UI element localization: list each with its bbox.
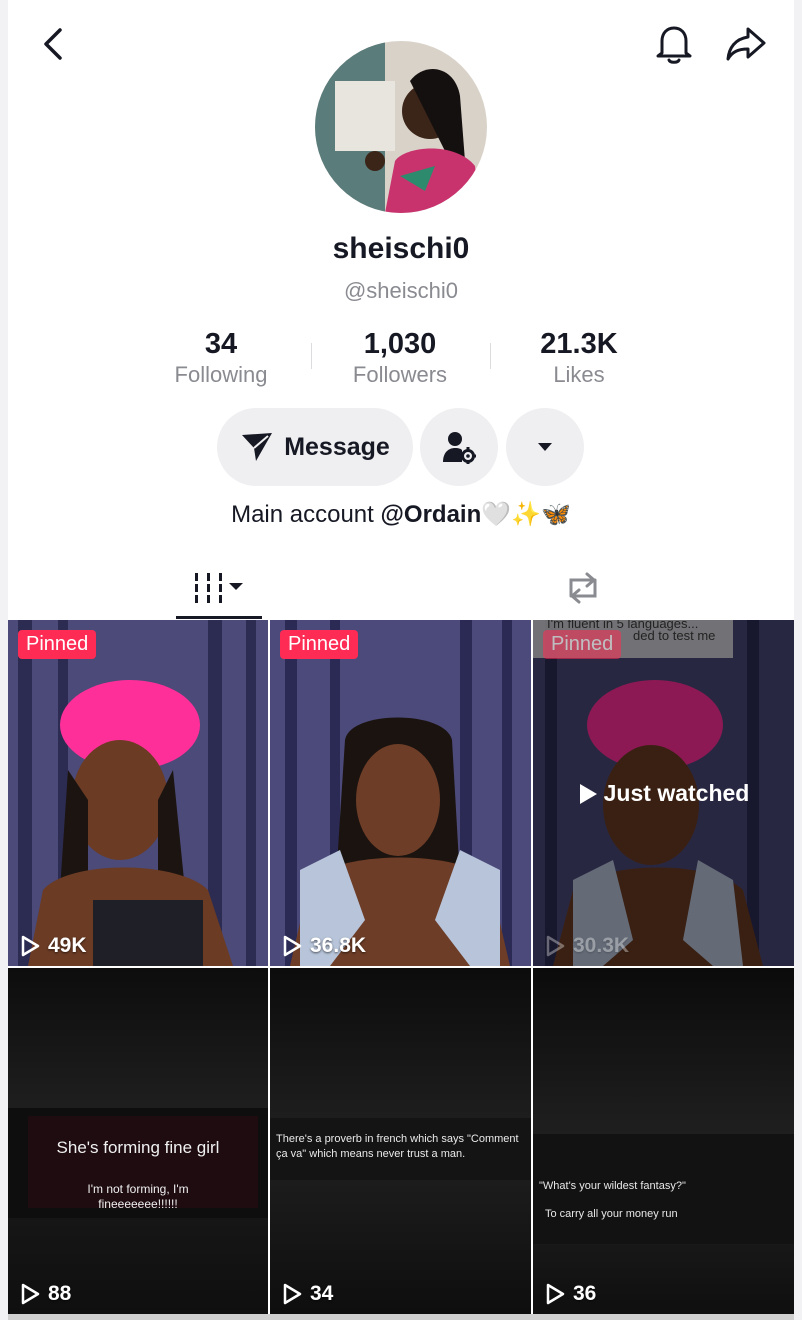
view-count: 30.3K <box>545 934 629 958</box>
video-grid: Pinned 49K Pinned 36.8K I'm fluent in 5 … <box>8 620 794 1314</box>
view-count: 49K <box>20 934 87 958</box>
pinned-badge: Pinned <box>543 630 622 659</box>
video-tile[interactable]: There's a proverb in french which says "… <box>270 968 531 1314</box>
video-tile[interactable]: Pinned 49K <box>8 620 268 966</box>
share-button[interactable] <box>722 20 770 68</box>
caret-down-icon <box>538 443 552 451</box>
display-name: sheischi0 <box>332 232 470 265</box>
just-watched-label: Just watched <box>533 780 794 807</box>
message-button-label: Message <box>284 432 390 461</box>
back-button[interactable] <box>30 20 78 68</box>
stat-likes-label: Likes <box>553 362 605 387</box>
message-button[interactable]: Message <box>217 408 413 486</box>
stat-likes-value: 21.3K <box>540 328 618 360</box>
stat-followers-value: 1,030 <box>363 328 437 360</box>
caption-body: I'm not forming, I'm fineeeeeee!!!!!! <box>87 1182 189 1211</box>
play-outline-icon <box>283 935 302 957</box>
view-count-value: 30.3K <box>573 934 630 957</box>
stat-followers-label: Followers <box>352 362 448 387</box>
tab-active-indicator <box>176 616 262 619</box>
view-count: 88 <box>20 1282 71 1306</box>
view-count: 36 <box>545 1282 596 1306</box>
bell-icon <box>656 26 692 64</box>
view-count-value: 36.8K <box>310 934 367 957</box>
play-outline-icon <box>21 1283 40 1305</box>
caption-box: There's a proverb in french which says "… <box>270 1118 531 1180</box>
pinned-badge: Pinned <box>18 630 97 659</box>
frame-left <box>0 0 8 1320</box>
video-tile[interactable]: Pinned 36.8K <box>270 620 531 966</box>
stat-likes[interactable]: 21.3K Likes <box>499 326 659 388</box>
user-settings-icon <box>443 432 476 464</box>
pinned-badge: Pinned <box>280 630 359 659</box>
username-handle: @sheischi0 <box>343 278 459 303</box>
play-outline-icon <box>546 1283 565 1305</box>
caption-answer: To carry all your money run <box>545 1208 678 1220</box>
chevron-left-icon <box>44 28 62 60</box>
bio-text: Main account <box>231 501 381 528</box>
video-tile[interactable]: I'm fluent in 5 languages... ded to test… <box>533 620 794 966</box>
view-count-value: 34 <box>310 1282 334 1305</box>
caption-question: "What's your wildest fantasy?" <box>539 1180 686 1192</box>
share-arrow-icon <box>726 27 766 61</box>
view-count-value: 49K <box>48 934 87 957</box>
next-row-peek <box>8 1314 794 1320</box>
stat-divider <box>311 343 312 369</box>
more-options-button[interactable] <box>506 408 584 486</box>
notifications-button[interactable] <box>650 20 698 68</box>
frame-right <box>794 0 802 1320</box>
stat-followers[interactable]: 1,030 Followers <box>320 326 480 388</box>
repost-icon <box>569 572 597 604</box>
view-count: 34 <box>282 1282 333 1306</box>
view-count-value: 88 <box>48 1282 72 1305</box>
play-icon <box>579 783 597 804</box>
video-tile[interactable]: "What's your wildest fantasy?" To carry … <box>533 968 794 1314</box>
caption-box: She's forming fine girl I'm not forming,… <box>8 1108 268 1218</box>
caption-box: "What's your wildest fantasy?" To carry … <box>533 1134 794 1244</box>
avatar[interactable] <box>315 41 487 213</box>
video-thumbnail <box>270 620 531 966</box>
stat-following[interactable]: 34 Following <box>141 326 301 388</box>
bio: Main account @Ordain🤍✨🦋 <box>0 500 802 529</box>
play-outline-icon <box>21 935 40 957</box>
tab-videos[interactable] <box>176 558 262 618</box>
bio-emoji: 🤍✨🦋 <box>481 501 571 528</box>
view-count-value: 36 <box>573 1282 597 1305</box>
avatar-image <box>315 41 487 213</box>
stat-following-value: 34 <box>204 328 238 360</box>
friend-settings-button[interactable] <box>420 408 498 486</box>
overlay-caption-2: ded to test me <box>633 628 716 643</box>
caption-body: There's a proverb in french which says "… <box>276 1133 519 1160</box>
play-outline-icon <box>283 1283 302 1305</box>
stat-following-label: Following <box>174 362 268 387</box>
just-watched-text: Just watched <box>603 780 750 806</box>
caption-title: She's forming fine girl <box>56 1138 220 1157</box>
grid-icon <box>195 573 243 603</box>
view-count: 36.8K <box>282 934 366 958</box>
stat-divider <box>490 343 491 369</box>
tab-reposts[interactable] <box>540 558 626 618</box>
bio-mention-link[interactable]: @Ordain <box>381 501 482 528</box>
video-tile[interactable]: She's forming fine girl I'm not forming,… <box>8 968 268 1314</box>
play-outline-icon <box>546 935 565 957</box>
video-thumbnail <box>8 620 268 966</box>
send-icon <box>242 433 273 461</box>
